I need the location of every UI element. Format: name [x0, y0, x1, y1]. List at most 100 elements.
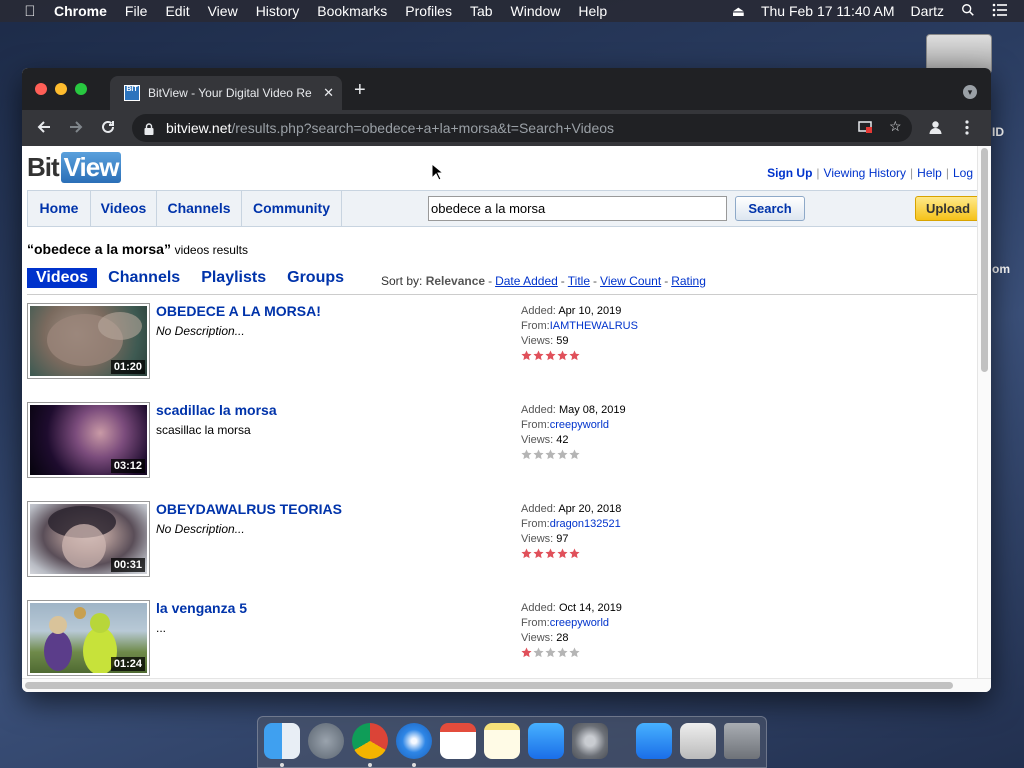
cast-blocked-icon[interactable]: [858, 120, 873, 137]
menu-app-name[interactable]: Chrome: [54, 3, 107, 19]
type-tab-videos[interactable]: Videos: [27, 268, 98, 288]
from-label: From:: [521, 518, 550, 530]
sign-up-link[interactable]: Sign Up: [767, 166, 812, 180]
nav-community[interactable]: Community: [242, 191, 342, 226]
menu-window[interactable]: Window: [511, 3, 561, 19]
system-preferences-icon[interactable]: [572, 723, 608, 759]
chrome-icon[interactable]: [352, 723, 388, 759]
type-tab-channels[interactable]: Channels: [108, 269, 180, 287]
uploader-link[interactable]: IAMTHEWALRUS: [550, 320, 638, 332]
search-button[interactable]: Search: [735, 196, 805, 221]
sort-rating-link[interactable]: Rating: [671, 274, 706, 288]
tab-search-chevron-icon[interactable]: ▾: [963, 85, 977, 99]
results-query: “obedece a la morsa”: [27, 241, 171, 257]
video-title-link[interactable]: OBEDECE A LA MORSA!: [156, 303, 321, 319]
site-navbar: Home Videos Channels Community Search Up…: [27, 190, 977, 227]
menu-help[interactable]: Help: [578, 3, 607, 19]
reload-icon[interactable]: [100, 119, 116, 140]
nav-home[interactable]: Home: [28, 191, 91, 226]
log-in-link[interactable]: Log: [953, 166, 973, 180]
uploader-link[interactable]: creepyworld: [550, 419, 609, 431]
video-duration: 01:20: [110, 360, 145, 374]
video-thumbnail[interactable]: 01:24: [27, 600, 150, 676]
upload-button[interactable]: Upload: [915, 196, 977, 221]
menubar-datetime[interactable]: Thu Feb 17 11:40 AM: [761, 3, 895, 19]
finder-icon[interactable]: [264, 723, 300, 759]
type-tab-playlists[interactable]: Playlists: [201, 269, 266, 287]
results-divider: [27, 294, 977, 295]
view-count: 59: [556, 335, 569, 347]
menu-edit[interactable]: Edit: [165, 3, 189, 19]
apple-menu-icon[interactable]: : [20, 3, 40, 20]
logo-view-text: View: [60, 151, 122, 183]
app-store-icon[interactable]: [528, 723, 564, 759]
trash-icon[interactable]: [724, 723, 760, 759]
type-tab-groups[interactable]: Groups: [287, 269, 344, 287]
new-tab-plus-icon[interactable]: +: [354, 80, 366, 100]
calendar-icon[interactable]: [440, 723, 476, 759]
address-bar[interactable]: bitview.net/results.php?search=obedece+a…: [132, 114, 912, 142]
star-filled-icon: [557, 350, 568, 361]
spotlight-search-icon[interactable]: [960, 3, 976, 20]
sort-date-added-link[interactable]: Date Added: [495, 274, 558, 288]
menu-file[interactable]: File: [125, 3, 148, 19]
launchpad-icon[interactable]: [308, 723, 344, 759]
tab-title: BitView - Your Digital Video Re: [148, 86, 312, 100]
video-meta: Added: May 08, 2019 From:creepyworld Vie…: [521, 403, 626, 460]
app-store-download-icon[interactable]: [636, 723, 672, 759]
control-center-icon[interactable]: [992, 3, 1008, 20]
chrome-window: BIT BitView - Your Digital Video Re ✕ + …: [22, 68, 991, 692]
profile-avatar-icon[interactable]: [928, 120, 943, 138]
document-icon[interactable]: [680, 723, 716, 759]
menubar-user[interactable]: Dartz: [911, 3, 944, 19]
viewing-history-link[interactable]: Viewing History: [824, 166, 906, 180]
video-thumbnail[interactable]: 00:31: [27, 501, 150, 577]
back-arrow-icon[interactable]: [36, 119, 52, 140]
star-filled-icon: [569, 548, 580, 559]
lock-icon[interactable]: [144, 122, 154, 135]
sort-view-count-link[interactable]: View Count: [600, 274, 661, 288]
uploader-link[interactable]: dragon132521: [550, 518, 621, 530]
zoom-window-button[interactable]: [75, 83, 87, 95]
video-title-link[interactable]: scadillac la morsa: [156, 402, 277, 418]
views-label: Views:: [521, 335, 554, 347]
vertical-scroll-thumb[interactable]: [981, 148, 988, 372]
menu-tab[interactable]: Tab: [470, 3, 493, 19]
video-thumbnail[interactable]: 01:20: [27, 303, 150, 379]
star-filled-icon: [545, 548, 556, 559]
menu-view[interactable]: View: [208, 3, 238, 19]
vertical-scrollbar[interactable]: [977, 146, 991, 678]
minimize-window-button[interactable]: [55, 83, 67, 95]
horizontal-scrollbar[interactable]: [22, 678, 991, 692]
close-tab-icon[interactable]: ✕: [323, 85, 334, 101]
url-path: /results.php?search=obedece+a+la+morsa&t…: [231, 120, 615, 136]
browser-tab[interactable]: BIT BitView - Your Digital Video Re ✕: [110, 76, 342, 110]
star-empty-icon: [545, 647, 556, 658]
search-input[interactable]: [428, 196, 727, 221]
mouse-cursor-icon: [431, 163, 443, 181]
rating-stars: [521, 350, 638, 361]
close-window-button[interactable]: [35, 83, 47, 95]
nav-channels[interactable]: Channels: [157, 191, 242, 226]
video-thumbnail[interactable]: 03:12: [27, 402, 150, 478]
menu-profiles[interactable]: Profiles: [405, 3, 452, 19]
menu-bookmarks[interactable]: Bookmarks: [317, 3, 387, 19]
forward-arrow-icon[interactable]: [68, 119, 84, 140]
uploader-link[interactable]: creepyworld: [550, 617, 609, 629]
video-meta: Added: Oct 14, 2019 From:creepyworld Vie…: [521, 601, 622, 658]
eject-icon[interactable]: ⏏: [732, 3, 745, 20]
sort-title-link[interactable]: Title: [568, 274, 590, 288]
help-link[interactable]: Help: [917, 166, 942, 180]
menu-history[interactable]: History: [256, 3, 300, 19]
nav-videos[interactable]: Videos: [91, 191, 157, 226]
video-result: 00:31 OBEYDAWALRUS TEORIAS No Descriptio…: [27, 501, 967, 577]
video-title-link[interactable]: la venganza 5: [156, 600, 247, 616]
bitview-logo[interactable]: Bit View: [27, 150, 122, 184]
bookmark-star-icon[interactable]: ☆: [889, 118, 902, 135]
added-date: Apr 10, 2019: [558, 305, 622, 317]
safari-icon[interactable]: [396, 723, 432, 759]
notes-icon[interactable]: [484, 723, 520, 759]
horizontal-scroll-thumb[interactable]: [25, 682, 953, 689]
chrome-menu-kebab-icon[interactable]: [965, 120, 969, 138]
video-title-link[interactable]: OBEYDAWALRUS TEORIAS: [156, 501, 342, 517]
